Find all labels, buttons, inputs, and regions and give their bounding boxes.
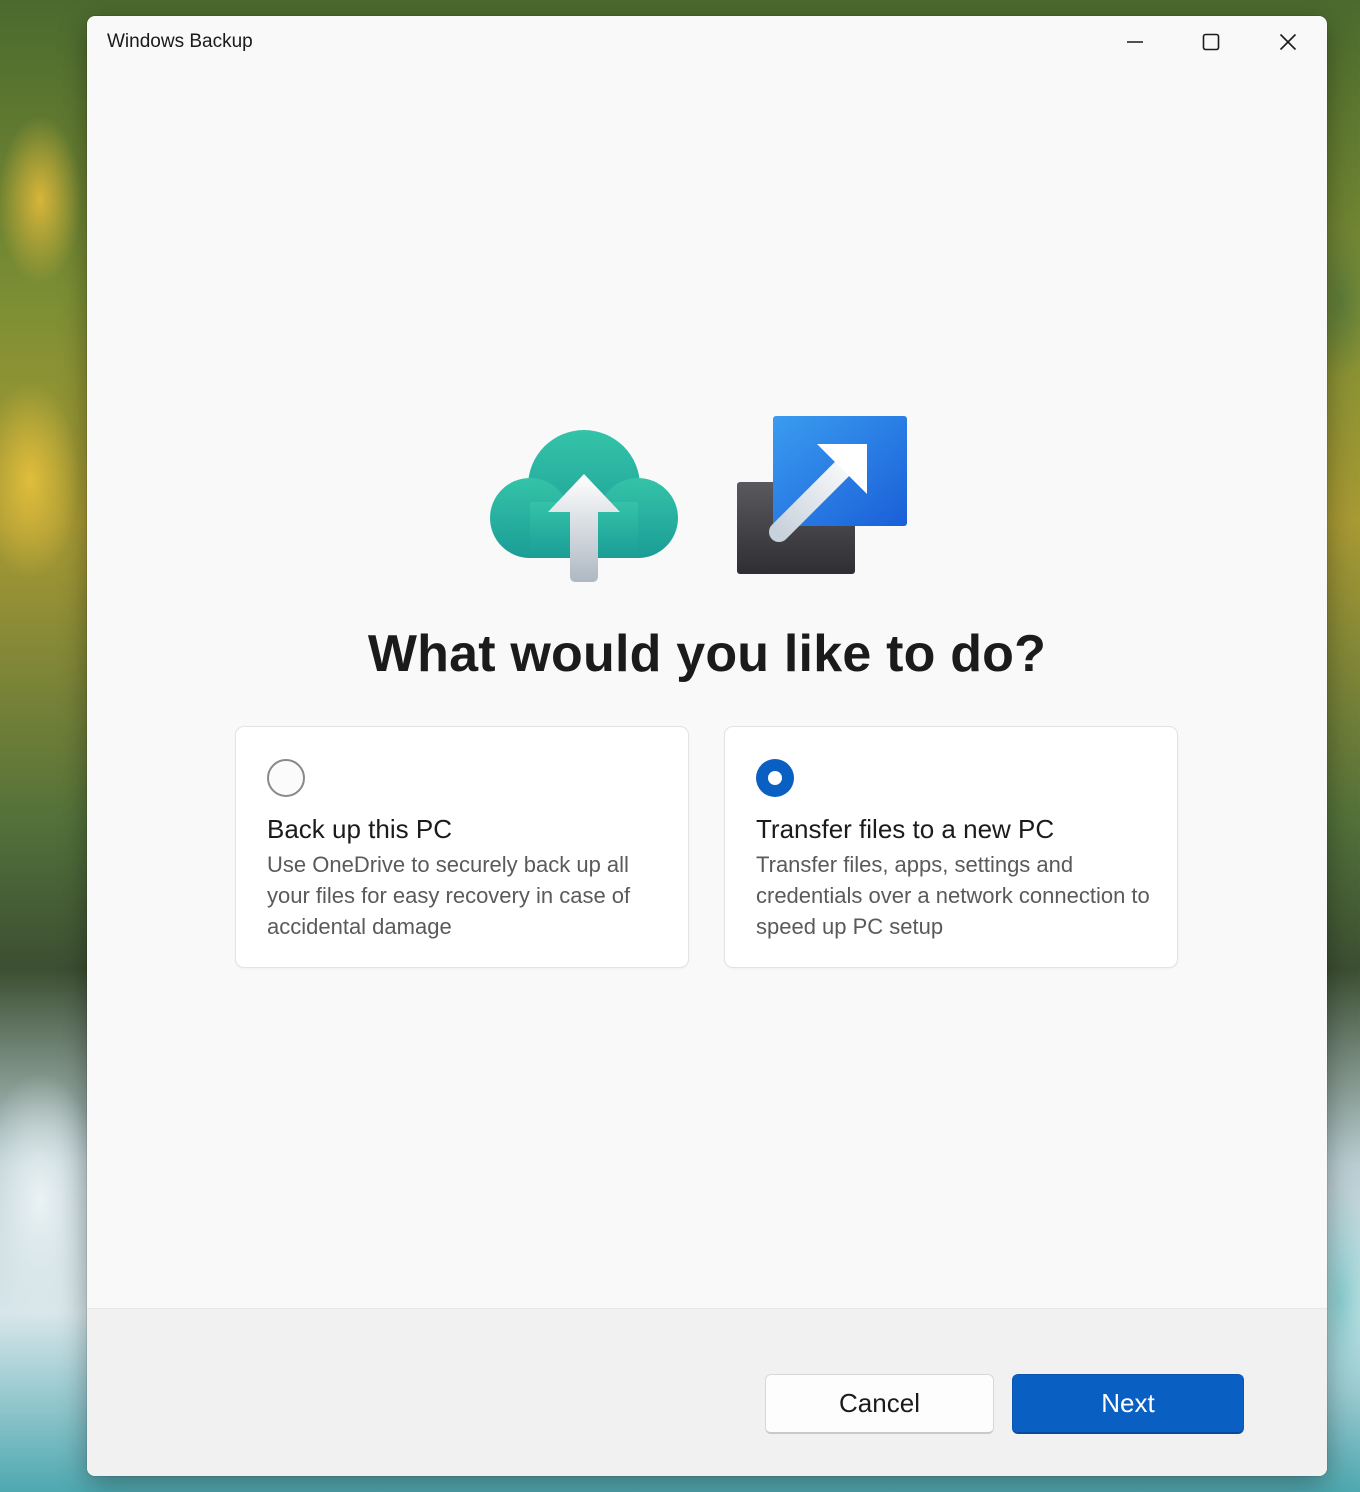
radio-selected-dot xyxy=(768,771,782,785)
radio-back-up-pc[interactable] xyxy=(267,759,305,797)
option-title: Transfer files to a new PC xyxy=(756,814,1055,844)
cancel-button[interactable]: Cancel xyxy=(765,1374,994,1434)
option-transfer-files[interactable]: Transfer files to a new PC Transfer file… xyxy=(724,726,1178,968)
option-description: Use OneDrive to securely back up all you… xyxy=(267,852,631,939)
transfer-arrow-icon xyxy=(737,416,907,574)
footer-bar: Cancel Next xyxy=(87,1308,1327,1476)
minimize-icon xyxy=(1127,41,1143,43)
maximize-icon xyxy=(1202,33,1220,51)
maximize-button[interactable] xyxy=(1181,22,1241,62)
cloud-upload-icon xyxy=(490,430,678,582)
option-description: Transfer files, apps, settings and crede… xyxy=(756,852,1150,939)
next-button[interactable]: Next xyxy=(1012,1374,1244,1434)
windows-backup-window: Windows Backup What would you like to do… xyxy=(87,16,1327,1476)
radio-transfer-files[interactable] xyxy=(756,759,794,797)
minimize-button[interactable] xyxy=(1105,22,1165,62)
close-button[interactable] xyxy=(1258,22,1318,62)
hero-illustration xyxy=(87,408,1327,598)
close-icon xyxy=(1279,33,1297,51)
window-title: Windows Backup xyxy=(107,31,253,52)
option-back-up-pc[interactable]: Back up this PC Use OneDrive to securely… xyxy=(235,726,689,968)
title-bar[interactable]: Windows Backup xyxy=(87,16,1327,68)
page-heading: What would you like to do? xyxy=(367,625,1047,683)
option-title: Back up this PC xyxy=(267,814,452,844)
